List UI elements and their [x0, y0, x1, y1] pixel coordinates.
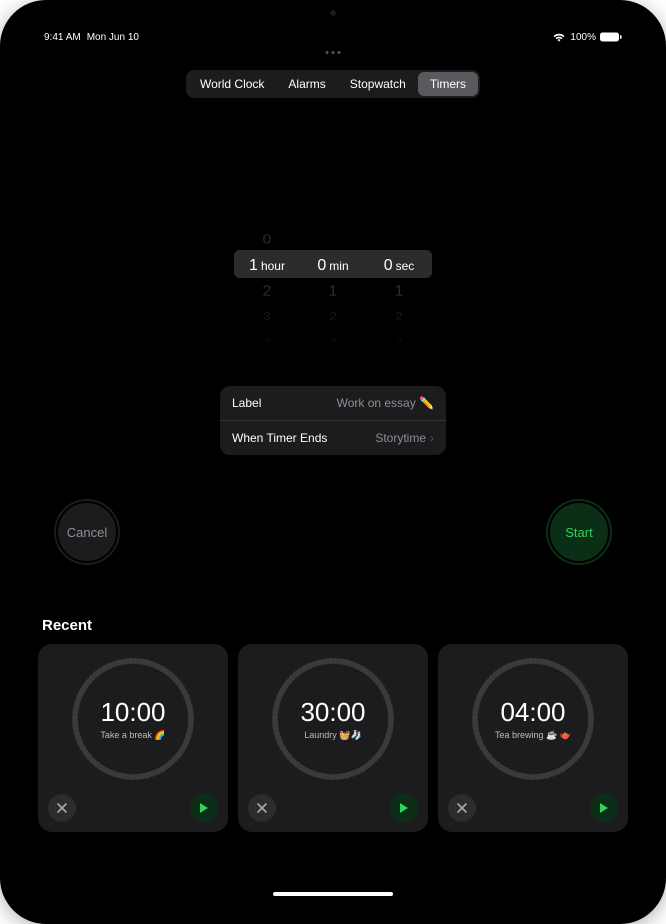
- timer-label: Tea brewing ☕️ 🫖: [495, 730, 571, 741]
- timer-action-row: Cancel Start: [22, 499, 644, 565]
- nav-tabs: World Clock Alarms Stopwatch Timers: [186, 70, 480, 98]
- tab-world-clock[interactable]: World Clock: [188, 72, 276, 96]
- timer-label: Laundry 🧺🧦: [304, 730, 361, 741]
- label-title: Label: [232, 396, 261, 410]
- picker-sec-unit: sec: [396, 252, 415, 280]
- battery-icon: [600, 32, 622, 42]
- chevron-right-icon: ›: [430, 431, 434, 445]
- play-icon: [599, 802, 609, 814]
- close-icon: [256, 802, 268, 814]
- label-row[interactable]: Label Work on essay ✏️: [220, 386, 446, 421]
- status-bar: 9:41 AM Mon Jun 10 100%: [22, 22, 644, 46]
- picker-min-unit: min: [329, 252, 348, 280]
- picker-hour-unit: hour: [261, 252, 285, 280]
- close-icon: [56, 802, 68, 814]
- status-left: 9:41 AM Mon Jun 10: [44, 32, 139, 43]
- label-value: Work on essay ✏️: [337, 396, 434, 410]
- timer-time: 04:00: [500, 697, 565, 728]
- status-date: Mon Jun 10: [87, 32, 139, 43]
- remove-timer-button[interactable]: [48, 794, 76, 822]
- recent-section: Recent 10:00 Take a break 🌈: [22, 617, 644, 832]
- ends-title: When Timer Ends: [232, 431, 327, 445]
- tab-stopwatch[interactable]: Stopwatch: [338, 72, 418, 96]
- recent-timer-card[interactable]: 30:00 Laundry 🧺🧦: [238, 644, 428, 832]
- timer-settings: Label Work on essay ✏️ When Timer Ends S…: [220, 386, 446, 455]
- multitask-dots-icon[interactable]: [326, 51, 341, 54]
- home-indicator[interactable]: [273, 892, 393, 896]
- recent-grid: 10:00 Take a break 🌈: [38, 644, 628, 832]
- when-timer-ends-row[interactable]: When Timer Ends Storytime ›: [220, 421, 446, 455]
- duration-picker[interactable]: 0 1 hour 2 3 4 0 min 1 2 3 0 sec 1: [22, 228, 644, 338]
- ipad-frame: 9:41 AM Mon Jun 10 100% World Clock Alar…: [0, 0, 666, 924]
- status-right: 100%: [552, 32, 622, 43]
- picker-min-value: 0: [317, 252, 326, 280]
- picker-minutes[interactable]: 0 min 1 2 3: [300, 228, 366, 338]
- picker-hours[interactable]: 0 1 hour 2 3 4: [234, 228, 300, 338]
- camera-dot: [330, 10, 336, 16]
- cancel-button[interactable]: Cancel: [54, 499, 120, 565]
- timer-dial: 10:00 Take a break 🌈: [70, 656, 196, 782]
- recent-timer-card[interactable]: 10:00 Take a break 🌈: [38, 644, 228, 832]
- ends-value: Storytime: [375, 431, 426, 445]
- play-icon: [199, 802, 209, 814]
- battery-percent: 100%: [570, 32, 596, 43]
- tab-alarms[interactable]: Alarms: [276, 72, 337, 96]
- play-icon: [399, 802, 409, 814]
- tab-timers[interactable]: Timers: [418, 72, 478, 96]
- remove-timer-button[interactable]: [448, 794, 476, 822]
- play-timer-button[interactable]: [190, 794, 218, 822]
- timer-dial: 30:00 Laundry 🧺🧦: [270, 656, 396, 782]
- recent-timer-card[interactable]: 04:00 Tea brewing ☕️ 🫖: [438, 644, 628, 832]
- picker-seconds[interactable]: 0 sec 1 2 3: [366, 228, 432, 338]
- play-timer-button[interactable]: [390, 794, 418, 822]
- picker-hour-above: 0: [262, 230, 272, 251]
- remove-timer-button[interactable]: [248, 794, 276, 822]
- picker-sec-value: 0: [384, 252, 393, 280]
- close-icon: [456, 802, 468, 814]
- start-button[interactable]: Start: [546, 499, 612, 565]
- timer-time: 30:00: [300, 697, 365, 728]
- recent-title: Recent: [38, 617, 628, 634]
- wifi-icon: [552, 32, 566, 42]
- play-timer-button[interactable]: [590, 794, 618, 822]
- status-time: 9:41 AM: [44, 32, 81, 43]
- screen: 9:41 AM Mon Jun 10 100% World Clock Alar…: [22, 22, 644, 902]
- timer-time: 10:00: [100, 697, 165, 728]
- picker-hour-value: 1: [249, 252, 258, 280]
- timer-label: Take a break 🌈: [100, 730, 165, 741]
- timer-dial: 04:00 Tea brewing ☕️ 🫖: [470, 656, 596, 782]
